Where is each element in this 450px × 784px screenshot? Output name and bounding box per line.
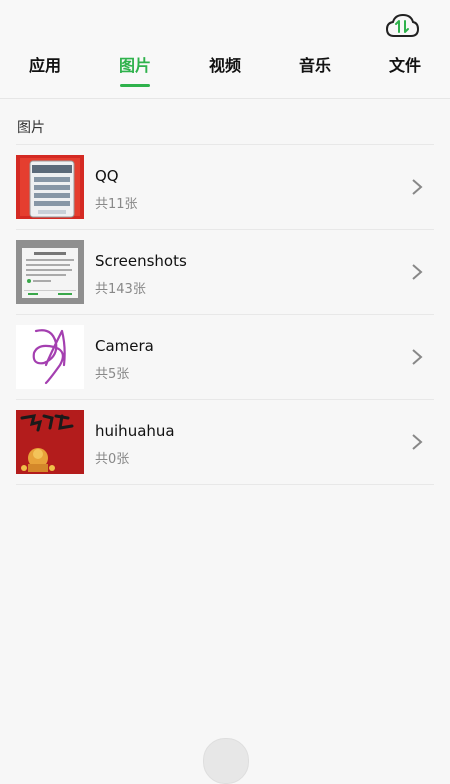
screenshot-thumbnail: [16, 240, 84, 304]
tab-videos-label: 视频: [208, 56, 241, 75]
tab-music-label: 音乐: [298, 56, 331, 75]
tab-apps-label: 应用: [28, 56, 61, 75]
chevron-right-icon: [412, 349, 423, 365]
chevron-right-icon: [412, 434, 423, 450]
album-row-camera[interactable]: Camera 共5张: [16, 315, 434, 400]
qq-thumbnail: [16, 155, 84, 219]
tab-apps[interactable]: 应用: [12, 52, 78, 92]
camera-scribble-thumbnail: [16, 325, 84, 389]
album-name: QQ: [95, 167, 119, 185]
tab-images-label: 图片: [118, 56, 151, 75]
album-name: huihuahua: [95, 422, 175, 440]
album-row-screenshots[interactable]: Screenshots 共143张: [16, 230, 434, 315]
album-count: 共143张: [95, 282, 146, 297]
red-poster-thumbnail: [16, 410, 84, 474]
album-list: QQ 共11张 Screenshots 共143张 Camera 共5张 hui…: [16, 144, 434, 485]
album-name: Screenshots: [95, 252, 187, 270]
album-name: Camera: [95, 337, 154, 355]
tab-images[interactable]: 图片: [102, 52, 168, 92]
album-count: 共5张: [95, 367, 130, 382]
category-tabs: 应用 图片 视频 音乐 文件: [0, 52, 450, 92]
top-bar: 应用 图片 视频 音乐 文件: [0, 0, 450, 99]
active-tab-indicator: [120, 84, 150, 87]
tab-files[interactable]: 文件: [372, 52, 438, 92]
section-title: 图片: [17, 120, 45, 136]
album-count: 共11张: [95, 197, 138, 212]
tab-videos[interactable]: 视频: [192, 52, 258, 92]
album-count: 共0张: [95, 452, 130, 467]
tab-files-label: 文件: [388, 56, 421, 75]
tab-music[interactable]: 音乐: [282, 52, 348, 92]
cloud-sync-icon[interactable]: [384, 12, 420, 42]
bottom-handle-button[interactable]: [203, 738, 249, 784]
album-row-qq[interactable]: QQ 共11张: [16, 145, 434, 230]
chevron-right-icon: [412, 264, 423, 280]
chevron-right-icon: [412, 179, 423, 195]
album-row-huihuahua[interactable]: huihuahua 共0张: [16, 400, 434, 485]
